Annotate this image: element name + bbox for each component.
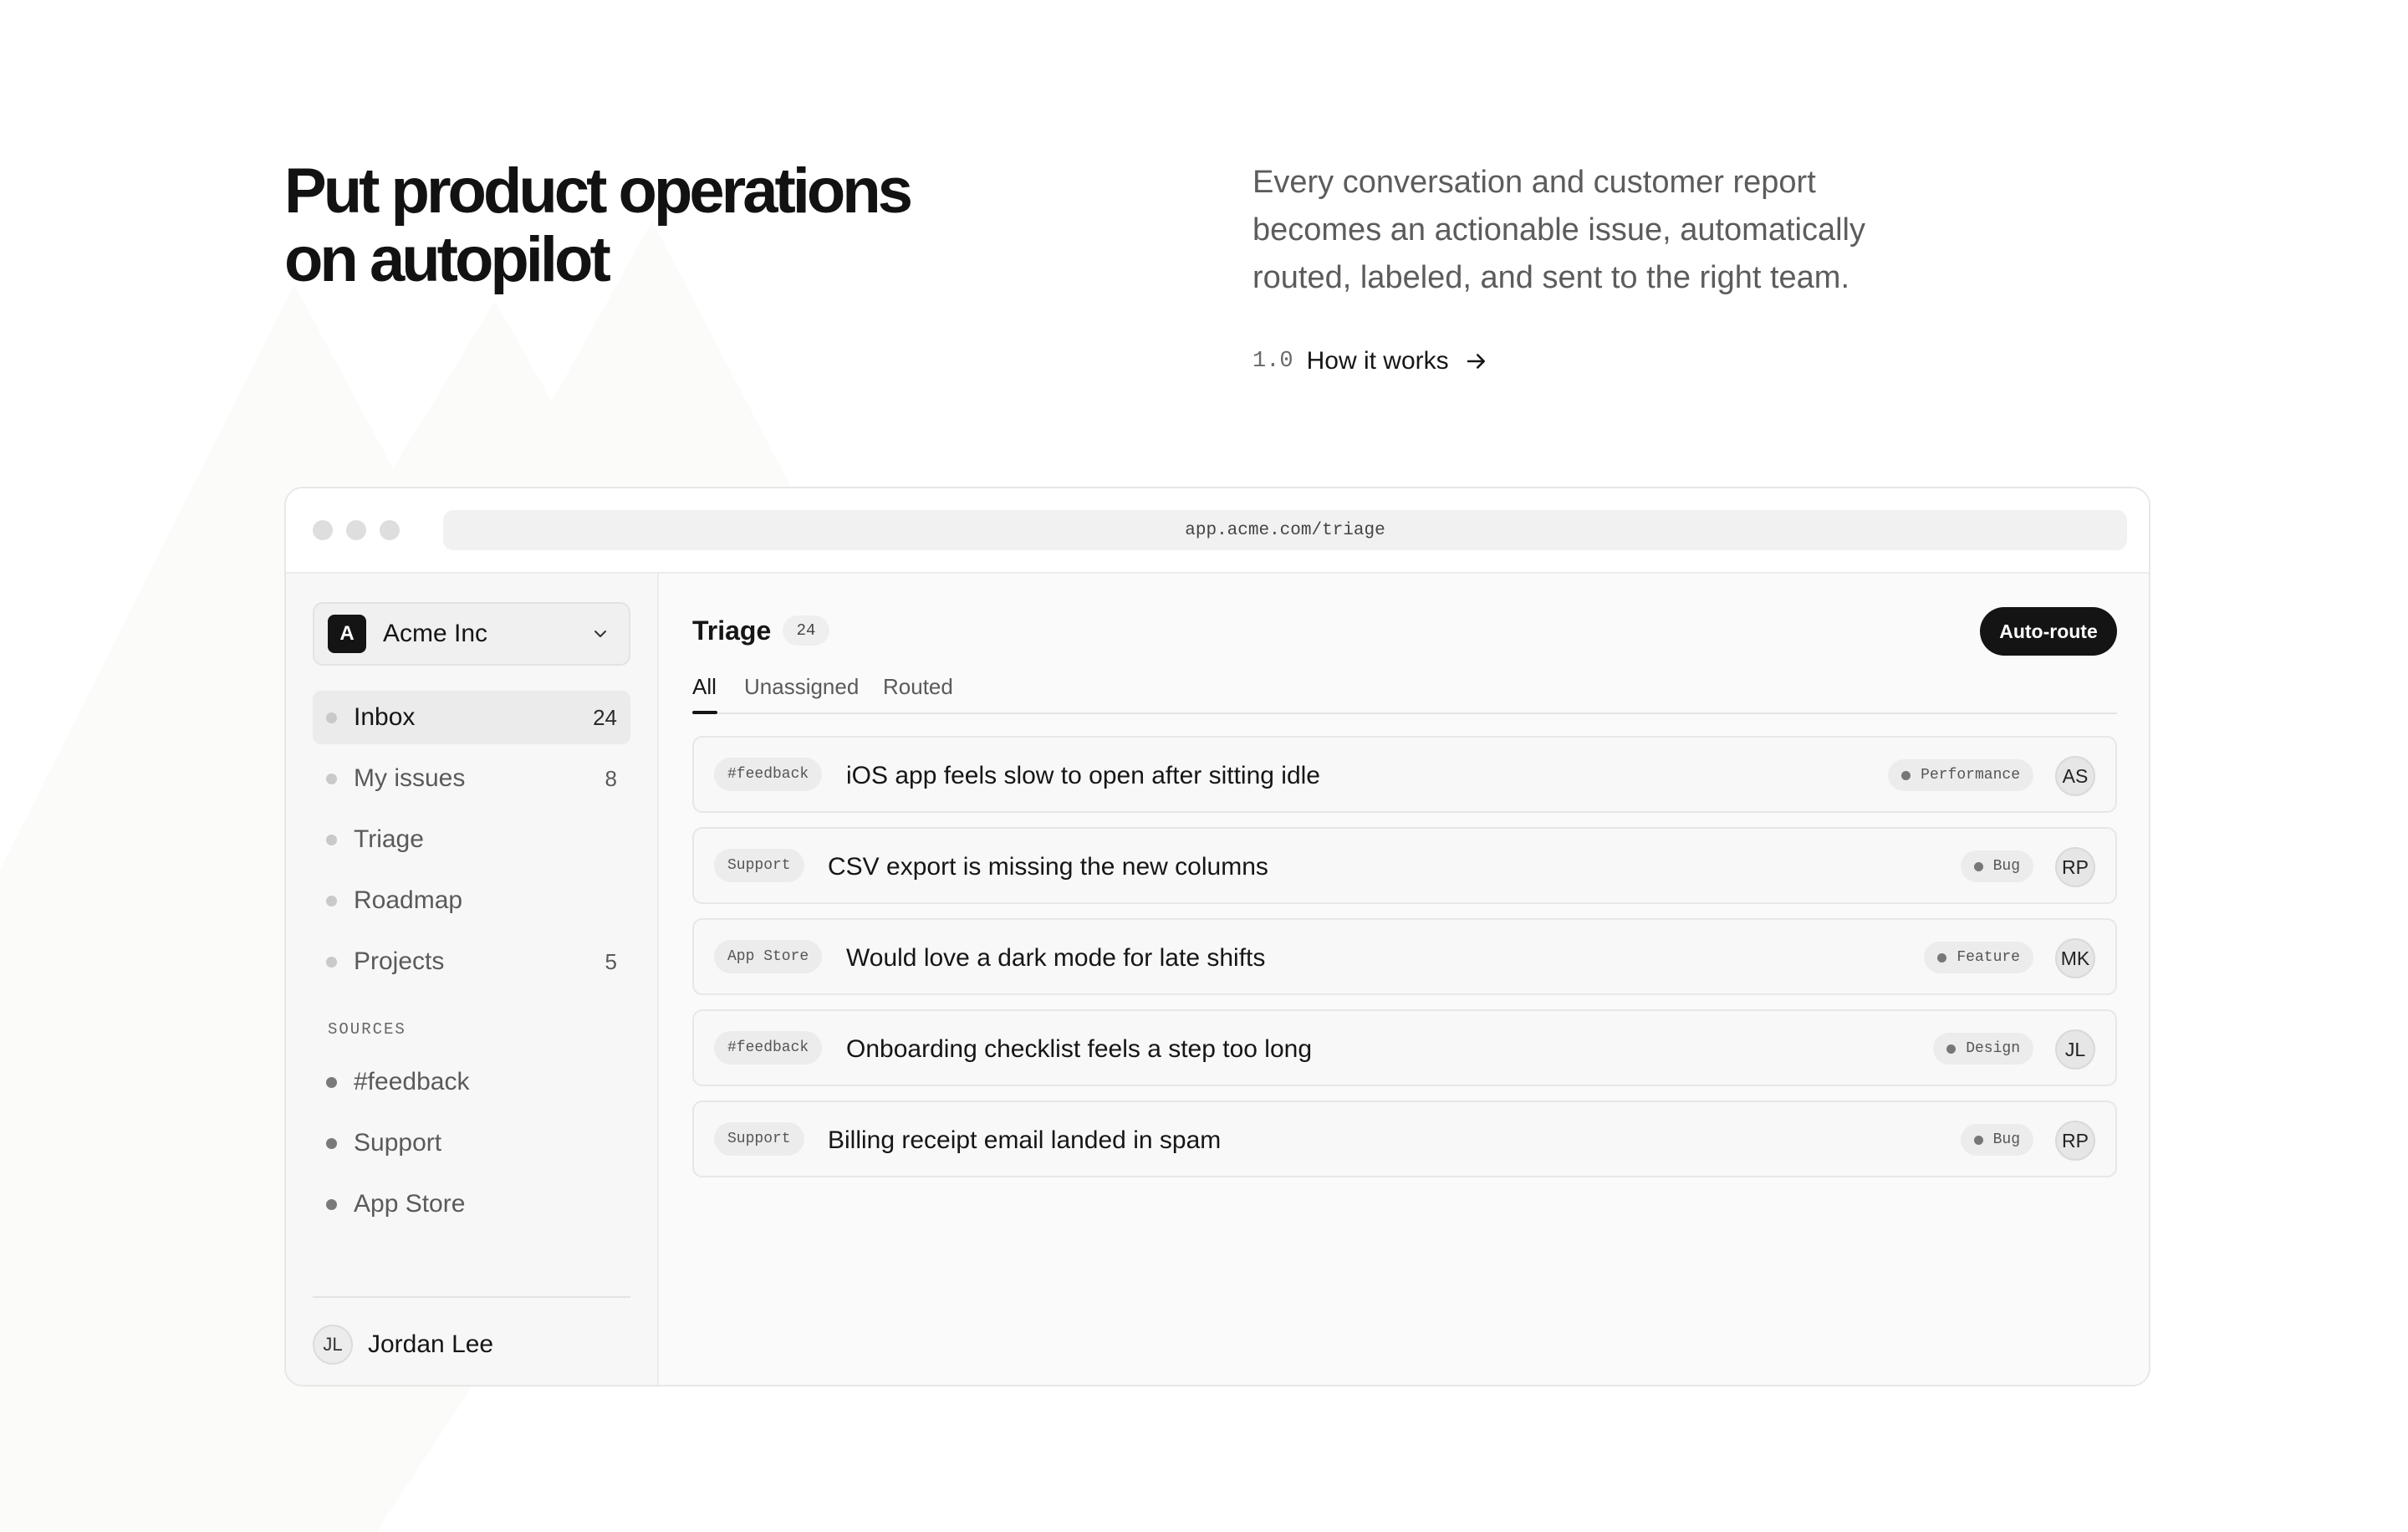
avatar[interactable]: RP bbox=[2055, 1121, 2095, 1161]
hero-description: Every conversation and customer report b… bbox=[1252, 165, 1865, 295]
avatar[interactable]: AS bbox=[2055, 756, 2095, 796]
workspace-switcher[interactable]: A Acme Inc bbox=[313, 602, 630, 666]
issue-row[interactable]: App Store Would love a dark mode for lat… bbox=[692, 918, 2117, 995]
browser-titlebar: app.acme.com/triage bbox=[286, 488, 2149, 574]
source-tag: #feedback bbox=[714, 1031, 823, 1065]
tab-active-indicator bbox=[692, 711, 717, 714]
issue-row[interactable]: Support Billing receipt email landed in … bbox=[692, 1100, 2117, 1177]
dot-icon bbox=[326, 956, 337, 968]
sidebar-item-roadmap[interactable]: Roadmap bbox=[313, 874, 630, 927]
source-tag: #feedback bbox=[714, 758, 823, 791]
label-text: Performance bbox=[1921, 767, 2020, 784]
tab-label: All bbox=[692, 674, 717, 699]
dot-icon bbox=[326, 895, 337, 906]
issue-row[interactable]: #feedback Onboarding checklist feels a s… bbox=[692, 1009, 2117, 1086]
avatar[interactable]: RP bbox=[2055, 847, 2095, 887]
sidebar-item-count: 24 bbox=[593, 704, 617, 730]
dot-icon bbox=[1937, 952, 1947, 963]
tab-unassigned[interactable]: Unassigned bbox=[744, 674, 859, 714]
issue-title: CSV export is missing the new columns bbox=[828, 853, 1268, 881]
sidebar-item-label: #feedback bbox=[354, 1068, 470, 1095]
sidebar-item-triage[interactable]: Triage bbox=[313, 813, 630, 866]
tab-label: Routed bbox=[883, 674, 953, 699]
sidebar-item-label: Projects bbox=[354, 947, 445, 975]
address-url: app.acme.com/triage bbox=[1185, 520, 1385, 540]
hero-title-line1: Put product operations bbox=[284, 156, 913, 227]
label-text: Bug bbox=[1992, 858, 2020, 875]
dot-icon bbox=[1946, 1044, 1956, 1054]
label-tag: Performance bbox=[1888, 759, 2033, 791]
arrow-right-icon bbox=[1467, 354, 1485, 369]
window-close-dot[interactable] bbox=[313, 520, 333, 540]
label-text: Bug bbox=[1992, 1131, 2020, 1148]
how-it-works-label: How it works bbox=[1306, 347, 1449, 375]
page-title: Triage bbox=[692, 615, 772, 646]
dot-icon bbox=[326, 712, 337, 723]
sidebar-item-label: App Store bbox=[354, 1190, 466, 1218]
tab-routed[interactable]: Routed bbox=[883, 674, 953, 714]
source-tag: Support bbox=[714, 1122, 804, 1156]
source-tag: App Store bbox=[714, 940, 823, 973]
sidebar-item-projects[interactable]: Projects 5 bbox=[313, 935, 630, 988]
dot-icon bbox=[326, 1137, 337, 1149]
dot-icon bbox=[326, 1198, 337, 1210]
source-tag: Support bbox=[714, 849, 804, 882]
sources-heading: SOURCES bbox=[328, 1020, 406, 1039]
sidebar-item-my-issues[interactable]: My issues 8 bbox=[313, 752, 630, 805]
sidebar: A Acme Inc Inbox 24 My issues 8 Triage R… bbox=[286, 574, 659, 1385]
issue-title: Onboarding checklist feels a step too lo… bbox=[846, 1035, 1313, 1063]
how-it-works-number: 1.0 bbox=[1252, 349, 1293, 374]
sidebar-item-inbox[interactable]: Inbox 24 bbox=[313, 691, 630, 744]
issue-title: Would love a dark mode for late shifts bbox=[846, 944, 1266, 972]
label-text: Design bbox=[1966, 1040, 2020, 1057]
workspace-logo: A bbox=[328, 615, 366, 653]
window-minimize-dot[interactable] bbox=[346, 520, 366, 540]
count-badge: 24 bbox=[783, 615, 829, 646]
dot-icon bbox=[1901, 770, 1911, 780]
sidebar-item-label: Support bbox=[354, 1129, 442, 1157]
dot-icon bbox=[326, 773, 337, 784]
window-maximize-dot[interactable] bbox=[380, 520, 400, 540]
hero-title: Put product operations on autopilot bbox=[284, 156, 913, 295]
dot-icon bbox=[1973, 861, 1983, 871]
auto-route-button[interactable]: Auto-route bbox=[1980, 607, 2117, 656]
issue-row[interactable]: #feedback iOS app feels slow to open aft… bbox=[692, 736, 2117, 813]
sidebar-item-label: Triage bbox=[354, 825, 424, 853]
avatar[interactable]: JL bbox=[2055, 1029, 2095, 1070]
sidebar-source-app-store[interactable]: App Store bbox=[313, 1177, 630, 1231]
issue-title: Billing receipt email landed in spam bbox=[828, 1126, 1222, 1154]
sidebar-item-label: My issues bbox=[354, 764, 466, 792]
label-tag: Design bbox=[1933, 1033, 2033, 1065]
dot-icon bbox=[326, 1076, 337, 1088]
chevron-down-icon bbox=[594, 631, 606, 637]
tab-bar: All Unassigned Routed bbox=[692, 674, 2117, 714]
dot-icon bbox=[326, 834, 337, 845]
how-it-works-link[interactable]: 1.0 How it works bbox=[1252, 343, 1489, 380]
label-tag: Bug bbox=[1960, 1124, 2033, 1156]
address-bar[interactable]: app.acme.com/triage bbox=[443, 510, 2127, 550]
avatar: JL bbox=[313, 1325, 353, 1365]
sidebar-item-label: Inbox bbox=[354, 703, 416, 731]
app-window: app.acme.com/triage A Acme Inc Inbox 24 … bbox=[284, 487, 2150, 1386]
sidebar-divider bbox=[313, 1296, 630, 1298]
sidebar-item-label: Roadmap bbox=[354, 886, 463, 914]
workspace-name: Acme Inc bbox=[383, 620, 488, 647]
sidebar-item-count: 8 bbox=[605, 765, 617, 791]
sidebar-item-count: 5 bbox=[605, 948, 617, 974]
tab-label: Unassigned bbox=[744, 674, 860, 699]
label-text: Feature bbox=[1956, 949, 2020, 966]
avatar[interactable]: MK bbox=[2055, 938, 2095, 978]
label-tag: Feature bbox=[1924, 942, 2033, 973]
user-profile[interactable]: JL Jordan Lee bbox=[313, 1323, 493, 1366]
main-panel: Triage 24 Auto-route All Unassigned Rout… bbox=[659, 574, 2149, 1385]
dot-icon bbox=[1973, 1135, 1983, 1145]
issue-row[interactable]: Support CSV export is missing the new co… bbox=[692, 827, 2117, 904]
tab-all[interactable]: All bbox=[692, 674, 717, 714]
hero-title-line2: on autopilot bbox=[284, 224, 611, 295]
user-name: Jordan Lee bbox=[368, 1330, 494, 1358]
issue-title: iOS app feels slow to open after sitting… bbox=[846, 762, 1320, 789]
label-tag: Bug bbox=[1960, 850, 2033, 882]
sidebar-source-feedback[interactable]: #feedback bbox=[313, 1055, 630, 1109]
sidebar-source-support[interactable]: Support bbox=[313, 1116, 630, 1170]
